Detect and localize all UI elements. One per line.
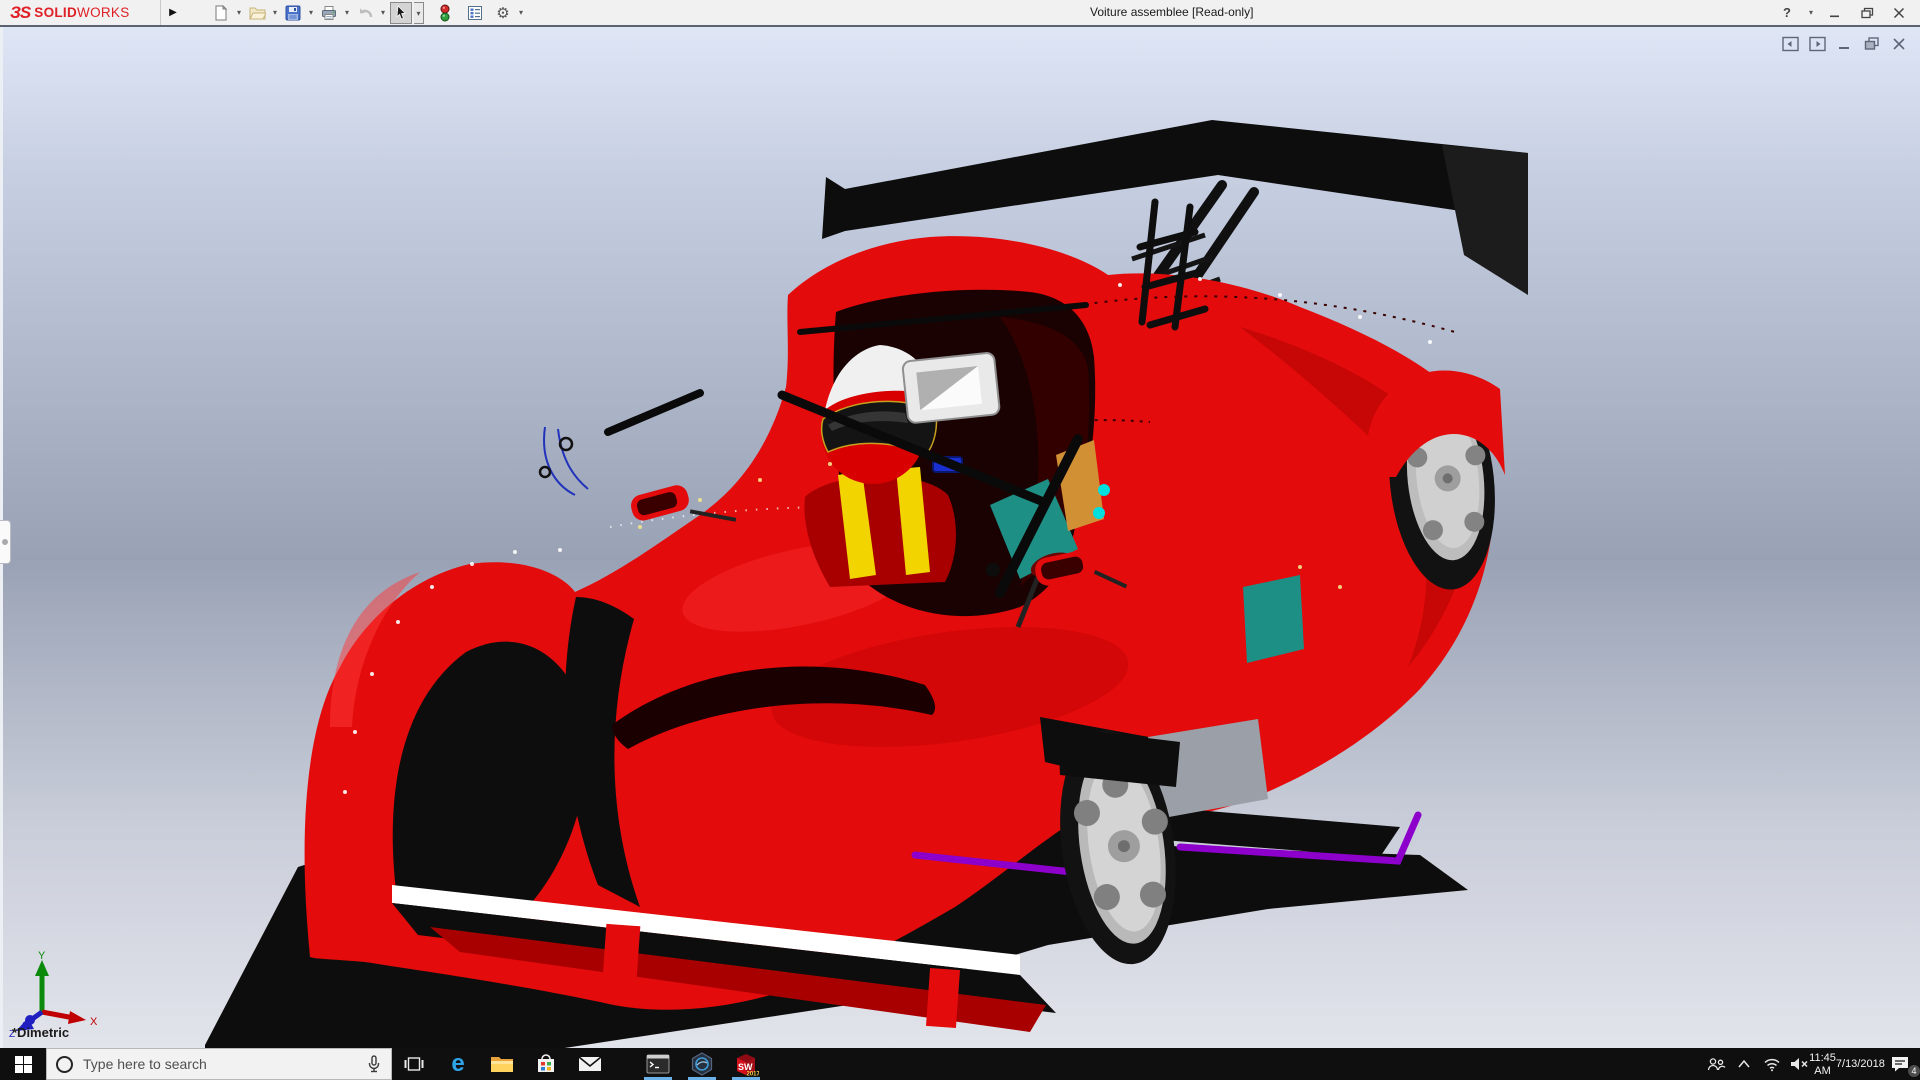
- taskbar-search[interactable]: [46, 1048, 392, 1080]
- new-document-dropdown[interactable]: ▾: [234, 8, 244, 17]
- tray-time: 11:45 AM: [1809, 1052, 1836, 1078]
- side-teal-panel: [1243, 575, 1304, 663]
- axis-x-label: X: [90, 1016, 98, 1028]
- view-orientation-label: *Dimetric: [12, 1025, 69, 1040]
- traffic-light-icon: [439, 4, 451, 22]
- chevron-up-icon: [1737, 1059, 1751, 1069]
- axis-y-label: Y: [38, 950, 46, 962]
- mail-icon: [578, 1055, 602, 1073]
- open-icon: [249, 5, 266, 20]
- undo-button[interactable]: [354, 2, 376, 24]
- clock[interactable]: 11:45 AM 7/13/2018: [1814, 1048, 1880, 1080]
- command-prompt-button[interactable]: [636, 1048, 680, 1080]
- menu-expand-arrow[interactable]: ▶: [163, 0, 183, 25]
- save-icon: [285, 5, 301, 21]
- network-button[interactable]: [1758, 1048, 1786, 1080]
- cockpit-light: [1093, 507, 1105, 519]
- help-dropdown[interactable]: ▾: [1806, 8, 1816, 17]
- wifi-icon: [1763, 1057, 1781, 1072]
- close-icon: [1893, 7, 1905, 19]
- new-document-icon: [213, 5, 229, 21]
- quick-access-toolbar: ▾ ▾ ▾ ▾ ▾ ▾ ⚙ ▾: [210, 0, 526, 25]
- edge-icon: e: [451, 1052, 464, 1076]
- print-dropdown[interactable]: ▾: [342, 8, 352, 17]
- file-explorer-button[interactable]: [480, 1048, 524, 1080]
- store-button[interactable]: [524, 1048, 568, 1080]
- dassault-mark: ЗS: [10, 3, 30, 23]
- options-dropdown[interactable]: ▾: [516, 8, 526, 17]
- document-title: Voiture assemblee [Read-only]: [1090, 5, 1253, 19]
- restore-icon: [1861, 7, 1874, 19]
- divider: [160, 0, 161, 25]
- save-button[interactable]: [282, 2, 304, 24]
- side-vent: [986, 563, 1000, 577]
- close-button[interactable]: [1886, 2, 1912, 24]
- options-button[interactable]: ⚙: [492, 2, 514, 24]
- graphics-viewport[interactable]: Y X Z *Dimetric: [0, 25, 1920, 1048]
- gear-icon: ⚙: [496, 4, 509, 22]
- wires: [540, 427, 588, 495]
- print-button[interactable]: [318, 2, 340, 24]
- hexagon-app-icon: [690, 1052, 714, 1076]
- cockpit-light: [1098, 484, 1110, 496]
- system-tray: 11:45 AM 7/13/2018 4: [1702, 1048, 1920, 1080]
- windows-logo-icon: [15, 1056, 32, 1073]
- mail-button[interactable]: [568, 1048, 612, 1080]
- people-icon: [1706, 1057, 1726, 1072]
- task-view-button[interactable]: [392, 1048, 436, 1080]
- solidworks-2017-button[interactable]: SW 2017: [724, 1048, 768, 1080]
- people-button[interactable]: [1702, 1048, 1730, 1080]
- minimize-icon: [1829, 7, 1841, 19]
- titlebar: ЗS SOLIDWORKS ▶ ▾ ▾ ▾ ▾ ▾ ▾: [0, 0, 1920, 25]
- search-input[interactable]: [83, 1056, 356, 1072]
- windows-taskbar: e: [0, 1048, 1920, 1080]
- solidworks-2017-icon: SW 2017: [733, 1051, 759, 1077]
- properties-button[interactable]: [464, 2, 486, 24]
- task-view-icon: [404, 1055, 424, 1073]
- minimize-button[interactable]: [1822, 2, 1848, 24]
- window-controls: ? ▾: [1774, 0, 1912, 25]
- solidworks-window: ЗS SOLIDWORKS ▶ ▾ ▾ ▾ ▾ ▾ ▾: [0, 0, 1920, 1080]
- start-button[interactable]: [0, 1048, 46, 1080]
- display-states-button[interactable]: [434, 2, 456, 24]
- property-list-icon: [467, 5, 483, 21]
- open-dropdown[interactable]: ▾: [270, 8, 280, 17]
- mirror-box: [902, 352, 1000, 423]
- help-button[interactable]: ?: [1774, 2, 1800, 24]
- car-model-3d[interactable]: [0, 27, 1920, 1050]
- file-explorer-icon: [490, 1054, 514, 1074]
- undo-dropdown[interactable]: ▾: [378, 8, 388, 17]
- tray-date: 7/13/2018: [1836, 1058, 1885, 1071]
- store-icon: [535, 1053, 557, 1075]
- cortana-icon: [56, 1056, 73, 1073]
- select-tool-dropdown[interactable]: ▾: [414, 2, 424, 24]
- svg-text:2017: 2017: [747, 1072, 760, 1078]
- edrawings-button[interactable]: [680, 1048, 724, 1080]
- tray-overflow-button[interactable]: [1730, 1048, 1758, 1080]
- notification-badge: 4: [1907, 1064, 1920, 1078]
- solidworks-logo: ЗS SOLIDWORKS: [10, 2, 130, 23]
- restore-button[interactable]: [1854, 2, 1880, 24]
- new-document-button[interactable]: [210, 2, 232, 24]
- microphone-icon[interactable]: [366, 1055, 382, 1073]
- undo-icon: [357, 5, 374, 20]
- svg-text:SW: SW: [738, 1062, 753, 1072]
- command-prompt-icon: [646, 1054, 670, 1074]
- open-button[interactable]: [246, 2, 268, 24]
- action-center-button[interactable]: 4: [1880, 1048, 1920, 1080]
- save-dropdown[interactable]: ▾: [306, 8, 316, 17]
- select-tool-button[interactable]: [390, 2, 412, 24]
- volume-muted-icon: [1790, 1057, 1810, 1071]
- select-cursor-icon: [394, 5, 409, 21]
- edge-button[interactable]: e: [436, 1048, 480, 1080]
- print-icon: [321, 5, 337, 21]
